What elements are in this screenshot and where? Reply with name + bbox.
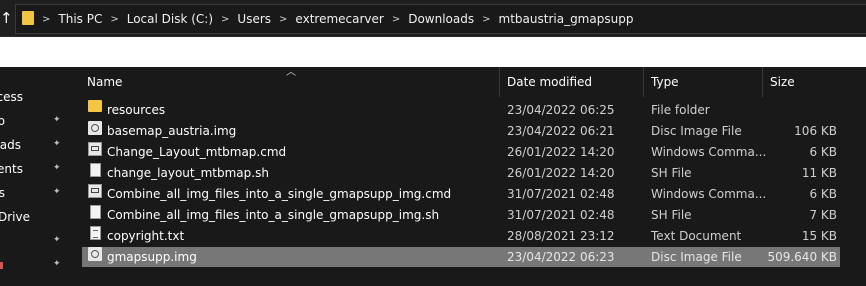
nav-item-quick-access[interactable]: ccess — [0, 86, 68, 108]
nav-item-downloads[interactable]: oads ✦ — [0, 134, 68, 156]
nav-item-pictures[interactable]: s ✦ — [0, 182, 68, 204]
nav-item-label: oads — [0, 138, 21, 152]
nav-item-label: s — [0, 186, 5, 200]
file-date: 31/07/2021 02:48 — [507, 187, 615, 201]
text-document-icon — [90, 226, 101, 240]
file-type: Text Document — [651, 229, 742, 243]
file-size: 11 KB — [801, 166, 837, 180]
chevron-right-icon[interactable]: > — [40, 14, 52, 25]
file-type: Windows Comma... — [651, 187, 767, 201]
file-name: Change_Layout_mtbmap.cmd — [107, 145, 287, 159]
file-type: File folder — [651, 103, 710, 117]
nav-item-label: p — [0, 114, 5, 128]
file-date: 28/08/2021 23:12 — [507, 229, 615, 243]
nav-item-desktop[interactable]: p ✦ — [0, 110, 68, 132]
pin-icon: ✦ — [53, 115, 61, 125]
breadcrumb-users[interactable]: Users — [231, 12, 277, 26]
file-name: Combine_all_img_files_into_a_single_gmap… — [107, 208, 440, 222]
file-type: Disc Image File — [651, 124, 742, 138]
breadcrumb-local-disk[interactable]: Local Disk (C:) — [121, 12, 219, 26]
pin-icon: ✦ — [53, 139, 61, 149]
chevron-right-icon[interactable]: > — [480, 14, 492, 25]
folder-icon — [88, 100, 102, 112]
file-date: 26/01/2022 14:20 — [507, 145, 615, 159]
file-type: Windows Comma... — [651, 145, 767, 159]
file-type: Disc Image File — [651, 250, 742, 264]
pin-icon: ✦ — [53, 259, 61, 269]
nav-item-pinned[interactable]: ✦ — [0, 254, 68, 276]
nav-item-drive[interactable]: Drive — [0, 206, 68, 228]
file-row[interactable]: resources 23/04/2022 06:25 File folder — [82, 100, 840, 120]
column-header-size[interactable]: Size — [770, 67, 840, 97]
file-row[interactable]: basemap_austria.img 23/04/2022 06:21 Dis… — [82, 121, 840, 141]
file-row[interactable]: change_layout_mtbmap.sh 26/01/2022 14:20… — [82, 163, 840, 183]
address-bar: ↑ > This PC > Local Disk (C:) > Users > … — [0, 0, 866, 37]
chevron-right-icon[interactable]: > — [219, 14, 231, 25]
breadcrumb-downloads[interactable]: Downloads — [402, 12, 480, 26]
file-icon — [90, 205, 101, 219]
file-date: 23/04/2022 06:25 — [507, 103, 615, 117]
file-row-selected[interactable]: gmapsupp.img 23/04/2022 06:23 Disc Image… — [82, 247, 840, 267]
nav-item-pinned[interactable]: ✦ — [0, 230, 68, 252]
file-size: 6 KB — [809, 145, 837, 159]
chevron-right-icon[interactable]: > — [390, 14, 402, 25]
column-header-type[interactable]: Type — [651, 67, 763, 97]
file-size: 106 KB — [794, 124, 837, 138]
disc-image-icon — [88, 121, 102, 135]
navigation-pane: ccess p ✦ oads ✦ ments ✦ s ✦ Drive ✦ ✦ — [0, 67, 68, 286]
command-bar — [0, 37, 866, 67]
nav-item-label: Drive — [0, 210, 30, 224]
file-row[interactable]: Combine_all_img_files_into_a_single_gmap… — [82, 205, 840, 225]
column-header-date-modified[interactable]: Date modified — [507, 67, 644, 97]
drive-color-icon — [0, 262, 3, 269]
file-date: 26/01/2022 14:20 — [507, 166, 615, 180]
file-row[interactable]: Combine_all_img_files_into_a_single_gmap… — [82, 184, 840, 204]
cmd-icon — [88, 184, 102, 198]
nav-item-documents[interactable]: ments ✦ — [0, 158, 68, 180]
file-size: 7 KB — [809, 208, 837, 222]
folder-icon — [22, 11, 34, 25]
cmd-icon — [88, 142, 102, 156]
chevron-right-icon[interactable]: > — [108, 14, 120, 25]
nav-item-label: ccess — [0, 90, 23, 104]
file-name: copyright.txt — [107, 229, 185, 243]
pin-icon: ✦ — [53, 235, 61, 245]
file-size: 509.640 KB — [767, 250, 837, 264]
file-name: change_layout_mtbmap.sh — [107, 166, 269, 180]
column-header-name[interactable]: Name — [87, 67, 500, 97]
file-icon — [90, 163, 101, 177]
file-date: 23/04/2022 06:23 — [507, 250, 615, 264]
file-name: resources — [107, 103, 166, 117]
pin-icon: ✦ — [53, 187, 61, 197]
file-row[interactable]: Change_Layout_mtbmap.cmd 26/01/2022 14:2… — [82, 142, 840, 162]
breadcrumb-this-pc[interactable]: This PC — [52, 12, 108, 26]
pin-icon: ✦ — [53, 163, 61, 173]
nav-item-label: ments — [0, 162, 23, 176]
file-type: SH File — [651, 166, 692, 180]
file-name: gmapsupp.img — [107, 250, 197, 264]
file-size: 6 KB — [809, 187, 837, 201]
file-size: 15 KB — [801, 229, 837, 243]
breadcrumb-user[interactable]: extremecarver — [289, 12, 389, 26]
chevron-right-icon[interactable]: > — [277, 14, 289, 25]
disc-image-icon — [88, 247, 102, 261]
breadcrumb-current-folder[interactable]: mtbaustria_gmapsupp — [493, 12, 640, 26]
file-row[interactable]: copyright.txt 28/08/2021 23:12 Text Docu… — [82, 226, 840, 246]
breadcrumb[interactable]: > This PC > Local Disk (C:) > Users > ex… — [15, 4, 866, 34]
file-type: SH File — [651, 208, 692, 222]
up-arrow-icon[interactable]: ↑ — [0, 8, 13, 28]
file-name: Combine_all_img_files_into_a_single_gmap… — [107, 187, 452, 201]
file-date: 31/07/2021 02:48 — [507, 208, 615, 222]
file-name: basemap_austria.img — [107, 124, 237, 138]
file-list: ︿ Name Date modified Type Size resources… — [69, 67, 866, 286]
file-date: 23/04/2022 06:21 — [507, 124, 615, 138]
